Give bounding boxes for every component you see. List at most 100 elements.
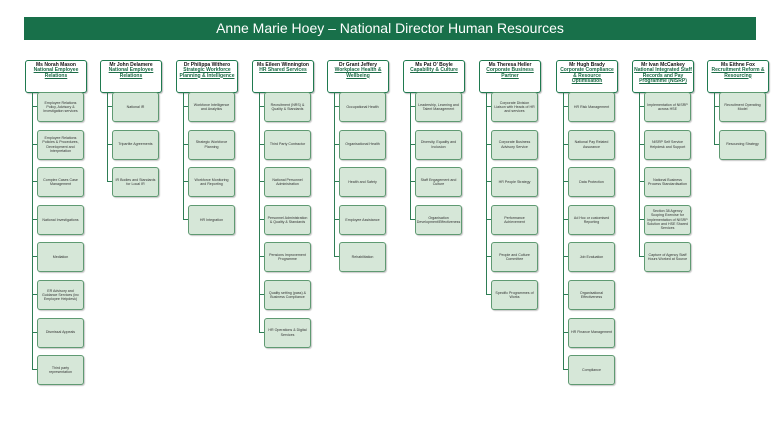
- function-box: Workforce Intelligence and Analytics: [188, 92, 235, 122]
- function-box: Leadership, Learning and Talent Manageme…: [415, 92, 462, 122]
- function-label: People and Culture Committee: [499, 253, 530, 262]
- function-box: National Pay Related Assurance: [568, 129, 615, 160]
- connector-line: [639, 92, 640, 257]
- function-label: Employee Assistance: [345, 217, 380, 222]
- function-box: Specific Programmes of Works: [491, 280, 538, 310]
- director-box: Ms Eileen Winnington HR Shared Services: [252, 60, 314, 93]
- function-box: Section 38 Agency Scoping Exercise for i…: [644, 204, 691, 235]
- function-label: Mediation: [52, 255, 69, 260]
- function-box: National Personnel Administration: [264, 167, 311, 198]
- function-box: Health and Safety: [339, 167, 386, 198]
- function-label: Pensions Improvement Programme: [269, 253, 306, 262]
- function-label: Implementation of NISRP across HSE: [647, 102, 688, 111]
- function-label: Diversity, Equality and Inclusion: [420, 140, 457, 149]
- director-box: Dr Philippa Withero Strategic Workforce P…: [176, 60, 238, 93]
- director-box: Ms Eithne Fox Recruitment Reform & Resour…: [707, 60, 769, 93]
- function-label: Organisational Health: [345, 142, 380, 147]
- function-label: HR Integration: [199, 217, 224, 222]
- function-box: Organisational Effectiveness: [568, 280, 615, 310]
- function-box: Third Party Contractor: [264, 129, 311, 160]
- function-label: Third Party Contractor: [269, 142, 306, 147]
- function-label: Workforce Intelligence and Analytics: [193, 102, 230, 111]
- function-label: National Personnel Administration: [272, 177, 303, 187]
- function-box: Workforce Monitoring and Reporting: [188, 167, 235, 198]
- org-chart: Ms Norah Mason National Employee Relation…: [0, 0, 781, 423]
- connector-line: [183, 92, 184, 219]
- function-box: Tripartite Agreements: [112, 129, 159, 160]
- function-label: Tripartite Agreements: [118, 142, 153, 147]
- function-label: National IR: [126, 104, 145, 109]
- function-box: Resourcing Strategy: [719, 129, 766, 160]
- function-label: Corporate Division Liaison with Heads of…: [494, 100, 535, 114]
- function-label: Rehabilitation: [351, 255, 374, 260]
- function-box: Performance Achievement: [491, 204, 538, 235]
- function-label: Data Protection: [579, 180, 604, 185]
- function-label: Section 38 Agency Scoping Exercise for i…: [647, 209, 688, 231]
- director-box: Ms Pat O’ Boyle Capability & Culture: [403, 60, 465, 93]
- function-label: Organisation Development/Effectiveness: [416, 215, 461, 224]
- connector-line: [32, 92, 33, 370]
- connector-line: [259, 92, 260, 332]
- function-box: Rehabilitation: [339, 242, 386, 273]
- function-label: Employee Relations Policies & Procedures…: [42, 136, 79, 153]
- function-box: Organisation Development/Effectiveness: [415, 204, 462, 235]
- director-title: National Employee Relations: [33, 67, 79, 79]
- function-box: Job Evaluation: [568, 242, 615, 273]
- function-box: HR Finance Management: [568, 317, 615, 348]
- function-label: Quality setting (pass) & Business Compli…: [268, 290, 307, 299]
- director-box: Ms Theresa Heller Corporate Business Part…: [479, 60, 541, 93]
- function-label: Leadership, Learning and Talent Manageme…: [418, 102, 459, 111]
- function-label: Organisational Effectiveness: [579, 290, 604, 299]
- function-box: HR Operations & Digital Services: [264, 317, 311, 348]
- function-box: National Investigations: [37, 204, 84, 235]
- function-box: Implementation of NISRP across HSE: [644, 92, 691, 122]
- function-box: Mediation: [37, 242, 84, 273]
- function-box: Complex Cases Case Management: [37, 167, 84, 198]
- function-box: HR Integration: [188, 204, 235, 235]
- function-box: National Business Process Standardisatio…: [644, 167, 691, 198]
- connector-line: [410, 92, 411, 219]
- function-box: Compliance: [568, 355, 615, 386]
- function-box: Quality setting (pass) & Business Compli…: [264, 280, 311, 310]
- director-box: Mr John Delamere National Employee Relati…: [100, 60, 162, 93]
- director-title: National Employee Relations: [108, 67, 154, 79]
- director-title: Recruitment Reform & Resourcing: [711, 67, 765, 79]
- function-label: Recruitment Operating Model: [724, 102, 761, 111]
- function-label: Personnel Administration & Quality & Sta…: [267, 215, 308, 224]
- function-label: Compliance: [582, 368, 601, 373]
- function-label: Complex Cases Case Management: [43, 177, 78, 187]
- function-box: National IR: [112, 92, 159, 122]
- director-title: Capability & Culture: [410, 67, 458, 73]
- function-label: Corporate Business Advisory Service: [498, 140, 531, 149]
- director-box: Mr Ivan McCankey National Integrated Staf…: [632, 60, 694, 93]
- director-title: Strategic Workforce Planning & Intellige…: [179, 67, 235, 79]
- function-label: Job Evaluation: [579, 255, 604, 260]
- function-box: Data Protection: [568, 167, 615, 198]
- function-box: Pensions Improvement Programme: [264, 242, 311, 273]
- function-box: Employee Assistance: [339, 204, 386, 235]
- function-box: People and Culture Committee: [491, 242, 538, 273]
- function-box: Recruitment (NRS) & Quality & Standards: [264, 92, 311, 122]
- function-box: Third party representation: [37, 355, 84, 386]
- function-label: Employee Relations Policy, Advisory & In…: [43, 100, 78, 114]
- function-box: HR People Strategy: [491, 167, 538, 198]
- connector-line: [563, 92, 564, 370]
- function-box: Corporate Division Liaison with Heads of…: [491, 92, 538, 122]
- connector-line: [486, 92, 487, 294]
- function-label: Occupational Health: [346, 104, 379, 109]
- function-box: Employee Relations Policies & Procedures…: [37, 129, 84, 160]
- director-box: Mr Hugh Brady Corporate Compliance & Reso…: [556, 60, 618, 93]
- function-label: Resourcing Strategy: [726, 142, 759, 147]
- director-title: Workplace Health & Wellbeing: [334, 67, 382, 79]
- director-title: National Integrated Staff Records and Pa…: [634, 67, 692, 84]
- function-label: National Business Process Standardisatio…: [648, 177, 687, 187]
- function-label: Third party representation: [49, 365, 72, 375]
- director-title: HR Shared Services: [259, 67, 307, 73]
- director-title: Corporate Compliance & Resource Optimisa…: [560, 67, 614, 84]
- function-box: Corporate Business Advisory Service: [491, 129, 538, 160]
- function-box: Personnel Administration & Quality & Sta…: [264, 204, 311, 235]
- function-box: IR Bodies and Standards for Local IR: [112, 167, 159, 198]
- function-box: Occupational Health: [339, 92, 386, 122]
- function-label: Capture of Agency Staff Hours Worked at …: [647, 253, 688, 262]
- function-label: HR Risk Management: [573, 104, 610, 109]
